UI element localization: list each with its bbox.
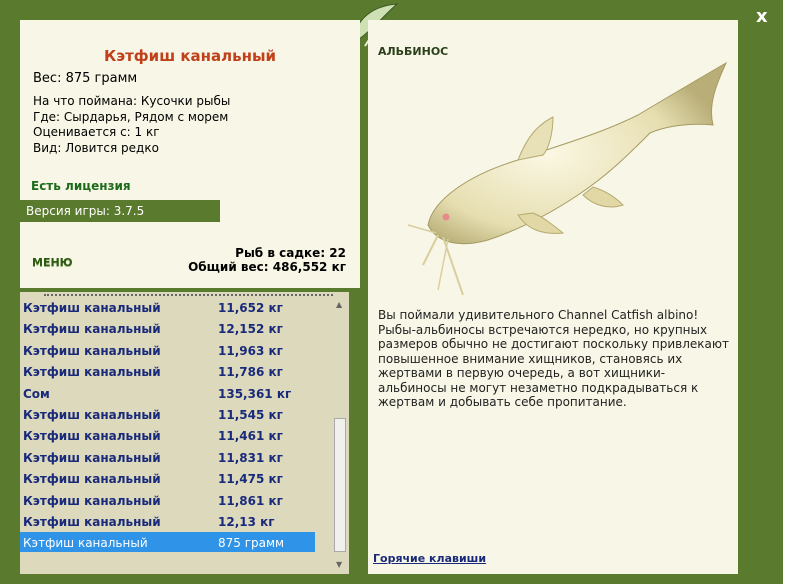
scroll-down-icon[interactable]: ▼ <box>336 560 342 569</box>
catch-row[interactable]: Кэтфиш канальный 12,13 кг <box>20 511 315 531</box>
catch-row-name: Кэтфиш канальный <box>23 536 148 551</box>
close-button[interactable]: x <box>756 6 768 27</box>
catch-row-weight: 12,13 кг <box>218 515 275 529</box>
catch-row[interactable]: Кэтфиш канальный 11,831 кг <box>20 447 315 467</box>
catch-row[interactable]: Кэтфиш канальный 12,152 кг <box>20 318 315 338</box>
albino-panel: АЛЬБИНОС Вы поймали удивительного Channe… <box>368 20 738 574</box>
catch-row-weight: 11,475 кг <box>218 472 283 487</box>
rarity-info: Вид: Ловится редко <box>33 141 159 155</box>
menu-button[interactable]: МЕНЮ <box>32 256 73 269</box>
hotkeys-link[interactable]: Горячие клавиши <box>373 552 486 565</box>
catch-row-weight: 11,545 кг <box>218 408 283 422</box>
catch-row-name: Кэтфиш канальный <box>23 450 161 465</box>
total-weight: Общий вес: 486,552 кг <box>188 260 346 274</box>
scroll-up-icon[interactable]: ▲ <box>336 300 342 309</box>
catch-row-weight: 11,786 кг <box>218 365 283 380</box>
catch-row-weight: 135,361 кг <box>218 386 292 401</box>
catch-list[interactable]: Кэтфиш канальный 11,652 кг Кэтфиш канальны… <box>20 292 349 574</box>
value-info: Оценивается с: 1 кг <box>33 125 160 139</box>
catch-row-name: Кэтфиш канальный <box>23 493 161 508</box>
catch-row-name: Кэтфиш канальный <box>23 301 161 315</box>
catch-row-name: Кэтфиш канальный <box>23 322 161 337</box>
catch-row-weight: 11,861 кг <box>218 493 283 508</box>
albino-description: Вы поймали удивительного Channel Catfish… <box>378 308 729 409</box>
location-info: Где: Сырдарья, Рядом с морем <box>33 110 229 124</box>
fish-name: Кэтфиш канальный <box>103 47 277 65</box>
fish-count: Рыб в садке: 22 <box>235 246 346 260</box>
catch-row-name: Кэтфиш канальный <box>23 515 161 529</box>
version-bar: Версия игры: 3.7.5 <box>16 200 220 222</box>
catch-row[interactable]: Кэтфиш канальный 11,652 кг <box>20 297 315 317</box>
catch-row[interactable]: Кэтфиш канальный 11,861 кг <box>20 490 315 510</box>
catch-row[interactable]: Кэтфиш канальный 11,475 кг <box>20 468 315 488</box>
catch-row-weight: 11,652 кг <box>218 301 283 315</box>
catch-row-weight: 11,963 кг <box>218 343 283 358</box>
catch-row[interactable]: Кэтфиш канальный 875 грамм <box>20 532 315 553</box>
catch-row-name: Сом <box>23 386 50 401</box>
catch-row-name: Кэтфиш канальный <box>23 343 161 358</box>
cage-stats: Рыб в садке: 22 Общий вес: 486,552 кг <box>188 246 346 274</box>
catch-row-name: Кэтфиш канальный <box>23 365 161 380</box>
fish-info-panel: Кэтфиш канальный Вес: 875 грамм На что п… <box>16 20 360 288</box>
catch-row-weight: 875 грамм <box>218 536 285 551</box>
catch-row[interactable]: Кэтфиш канальный 11,786 кг <box>20 361 315 381</box>
fish-weight: Вес: 875 грамм <box>33 71 138 86</box>
catch-row-name: Кэтфиш канальный <box>23 429 161 444</box>
albino-catfish-image <box>407 61 728 296</box>
catch-row[interactable]: Кэтфиш канальный 11,461 кг <box>20 425 315 445</box>
license-status: Есть лицензия <box>31 179 131 193</box>
list-scrollbar[interactable]: ▲ ▼ <box>333 292 349 574</box>
catch-row-weight: 11,461 кг <box>218 429 283 444</box>
bait-info: На что поймана: Кусочки рыбы <box>33 94 231 108</box>
window-frame: x Кэтфиш канальный Вес: 875 грамм На что… <box>0 0 783 584</box>
catch-row[interactable]: Кэтфиш канальный 11,963 кг <box>20 340 315 360</box>
catch-row[interactable]: Кэтфиш канальный 11,545 кг <box>20 404 315 424</box>
list-divider <box>44 294 349 296</box>
catch-row-name: Кэтфиш канальный <box>23 472 161 487</box>
catch-row[interactable]: Сом 135,361 кг <box>20 383 315 403</box>
catch-row-weight: 11,831 кг <box>218 450 283 465</box>
catch-row-weight: 12,152 кг <box>218 322 283 337</box>
scroll-thumb[interactable] <box>334 418 346 552</box>
catch-row-name: Кэтфиш канальный <box>23 408 161 422</box>
